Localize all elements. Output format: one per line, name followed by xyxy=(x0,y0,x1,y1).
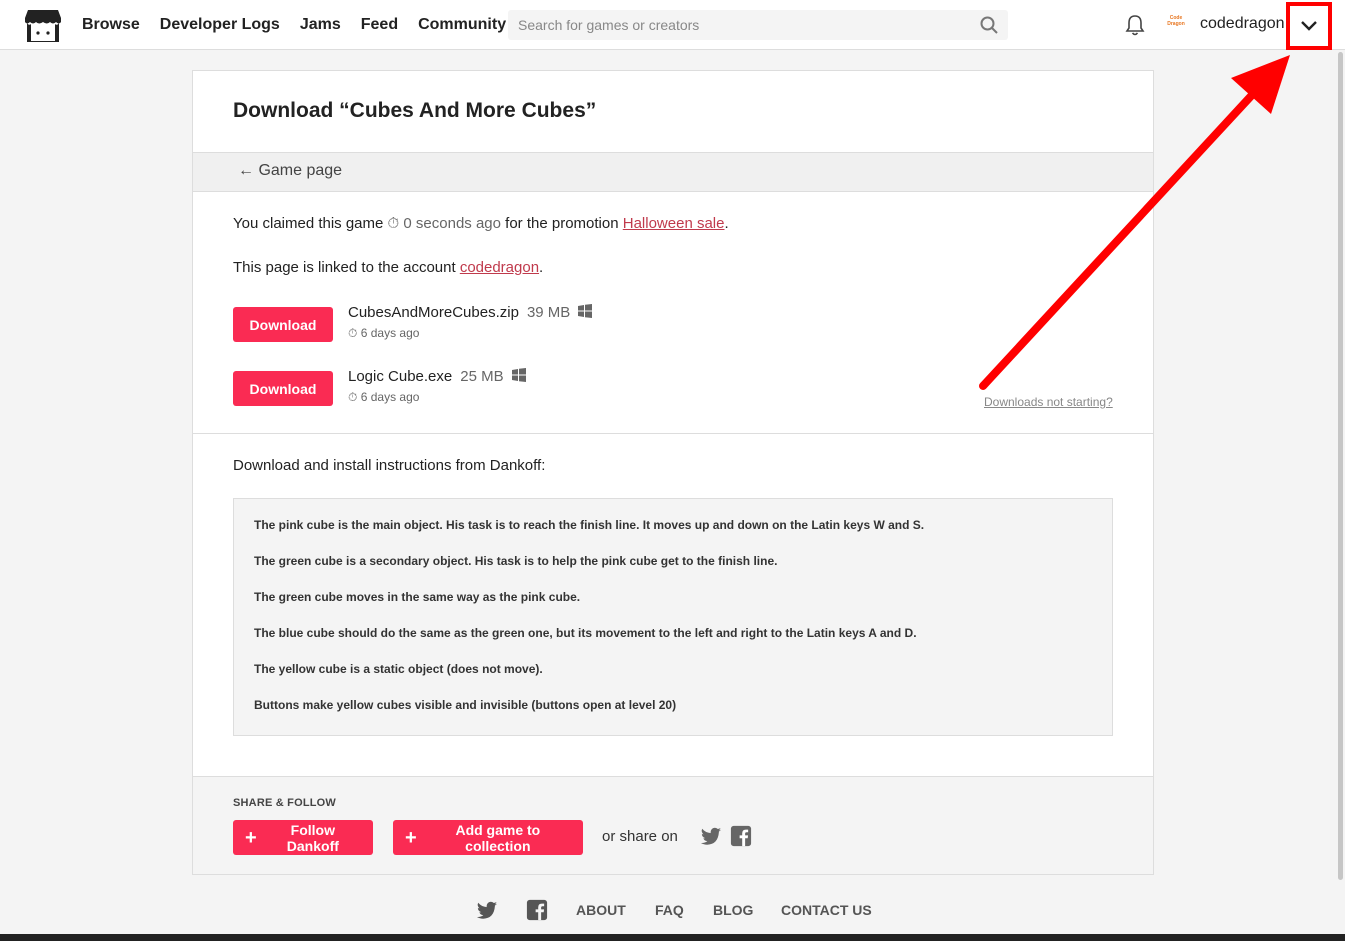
page-title: Download “Cubes And More Cubes” xyxy=(233,99,597,122)
file-date: ⏱ 6 days ago xyxy=(348,326,420,340)
downloads-not-starting-link[interactable]: Downloads not starting? xyxy=(984,395,1113,409)
itch-logo-icon[interactable] xyxy=(24,8,62,44)
share-on-label: or share on xyxy=(602,828,678,845)
username-label[interactable]: codedragon xyxy=(1200,15,1285,33)
back-bar: ← Game page xyxy=(193,152,1153,192)
download-button[interactable]: Download xyxy=(233,371,333,406)
plus-icon: + xyxy=(405,826,417,849)
footer-faq-link[interactable]: FAQ xyxy=(655,902,684,918)
twitter-icon[interactable] xyxy=(476,899,498,921)
user-menu-dropdown-button[interactable] xyxy=(1286,2,1332,50)
bell-icon[interactable] xyxy=(1125,14,1145,36)
instruction-line: The yellow cube is a static object (does… xyxy=(254,662,543,676)
account-link[interactable]: codedragon xyxy=(460,259,539,276)
stopwatch-icon: ⏱ xyxy=(348,326,358,340)
top-header: Browse Developer Logs Jams Feed Communit… xyxy=(0,0,1345,50)
page-footer: ABOUT FAQ BLOG CONTACT US xyxy=(0,895,1345,925)
footer-contact-link[interactable]: CONTACT US xyxy=(781,902,872,918)
instruction-line: Buttons make yellow cubes visible and in… xyxy=(254,698,677,712)
divider xyxy=(193,433,1153,434)
promotion-link[interactable]: Halloween sale xyxy=(623,215,725,232)
avatar[interactable]: Code Dragon xyxy=(1163,15,1189,33)
instruction-line: The blue cube should do the same as the … xyxy=(254,626,917,640)
claim-info: You claimed this game ⏱ 0 seconds ago fo… xyxy=(233,215,729,232)
instructions-title: Download and install instructions from D… xyxy=(233,457,546,474)
instruction-line: The green cube moves in the same way as … xyxy=(254,590,581,604)
game-page-link[interactable]: ← Game page xyxy=(238,162,342,180)
search-box xyxy=(508,10,1008,40)
share-follow-section: SHARE & FOLLOW + Follow Dankoff + Add game… xyxy=(193,776,1153,874)
nav-browse[interactable]: Browse xyxy=(82,16,140,34)
windows-icon xyxy=(511,368,526,383)
instruction-line: The pink cube is the main object. His ta… xyxy=(254,518,925,532)
main-nav: Browse Developer Logs Jams Feed Communit… xyxy=(82,0,506,50)
windows-icon xyxy=(578,304,593,319)
facebook-icon[interactable] xyxy=(526,899,548,921)
scrollbar-thumb[interactable] xyxy=(1338,52,1343,880)
footer-about-link[interactable]: ABOUT xyxy=(576,902,626,918)
file-size: 25 MB xyxy=(460,368,504,385)
download-row: Download CubesAndMoreCubes.zip 39 MB ⏱ 6 … xyxy=(233,304,933,347)
claim-time: ⏱ 0 seconds ago xyxy=(387,215,501,232)
file-info: CubesAndMoreCubes.zip 39 MB xyxy=(348,304,593,321)
footer-blog-link[interactable]: BLOG xyxy=(713,902,753,918)
nav-feed[interactable]: Feed xyxy=(361,16,398,34)
stopwatch-icon: ⏱ xyxy=(348,390,358,404)
linked-account-info: This page is linked to the account coded… xyxy=(233,259,544,276)
facebook-icon[interactable] xyxy=(730,825,752,847)
twitter-icon[interactable] xyxy=(700,825,722,847)
file-name: CubesAndMoreCubes.zip xyxy=(348,304,519,321)
search-icon[interactable] xyxy=(980,16,998,34)
file-name: Logic Cube.exe xyxy=(348,368,453,385)
arrow-left-icon: ← xyxy=(238,162,254,179)
follow-button[interactable]: + Follow Dankoff xyxy=(233,820,373,855)
download-card: Download “Cubes And More Cubes” ← Game p… xyxy=(192,70,1154,875)
chevron-down-icon xyxy=(1301,21,1317,31)
download-button[interactable]: Download xyxy=(233,307,333,342)
file-info: Logic Cube.exe 25 MB xyxy=(348,368,526,385)
file-size: 39 MB xyxy=(526,304,571,321)
nav-developer-logs[interactable]: Developer Logs xyxy=(160,16,280,34)
stopwatch-icon: ⏱ xyxy=(387,215,400,232)
instructions-box: The pink cube is the main object. His ta… xyxy=(233,498,1113,736)
nav-community[interactable]: Community xyxy=(418,16,506,34)
plus-icon: + xyxy=(245,826,257,849)
instruction-line: The green cube is a secondary object. Hi… xyxy=(254,554,778,568)
bottom-bar xyxy=(0,934,1345,941)
file-date: ⏱ 6 days ago xyxy=(348,390,420,404)
nav-jams[interactable]: Jams xyxy=(300,16,341,34)
search-input[interactable] xyxy=(508,10,1008,40)
download-row: Download Logic Cube.exe 25 MB ⏱ 6 days ag… xyxy=(233,368,933,411)
add-to-collection-button[interactable]: + Add game to collection xyxy=(393,820,583,855)
share-label: SHARE & FOLLOW xyxy=(233,797,337,809)
